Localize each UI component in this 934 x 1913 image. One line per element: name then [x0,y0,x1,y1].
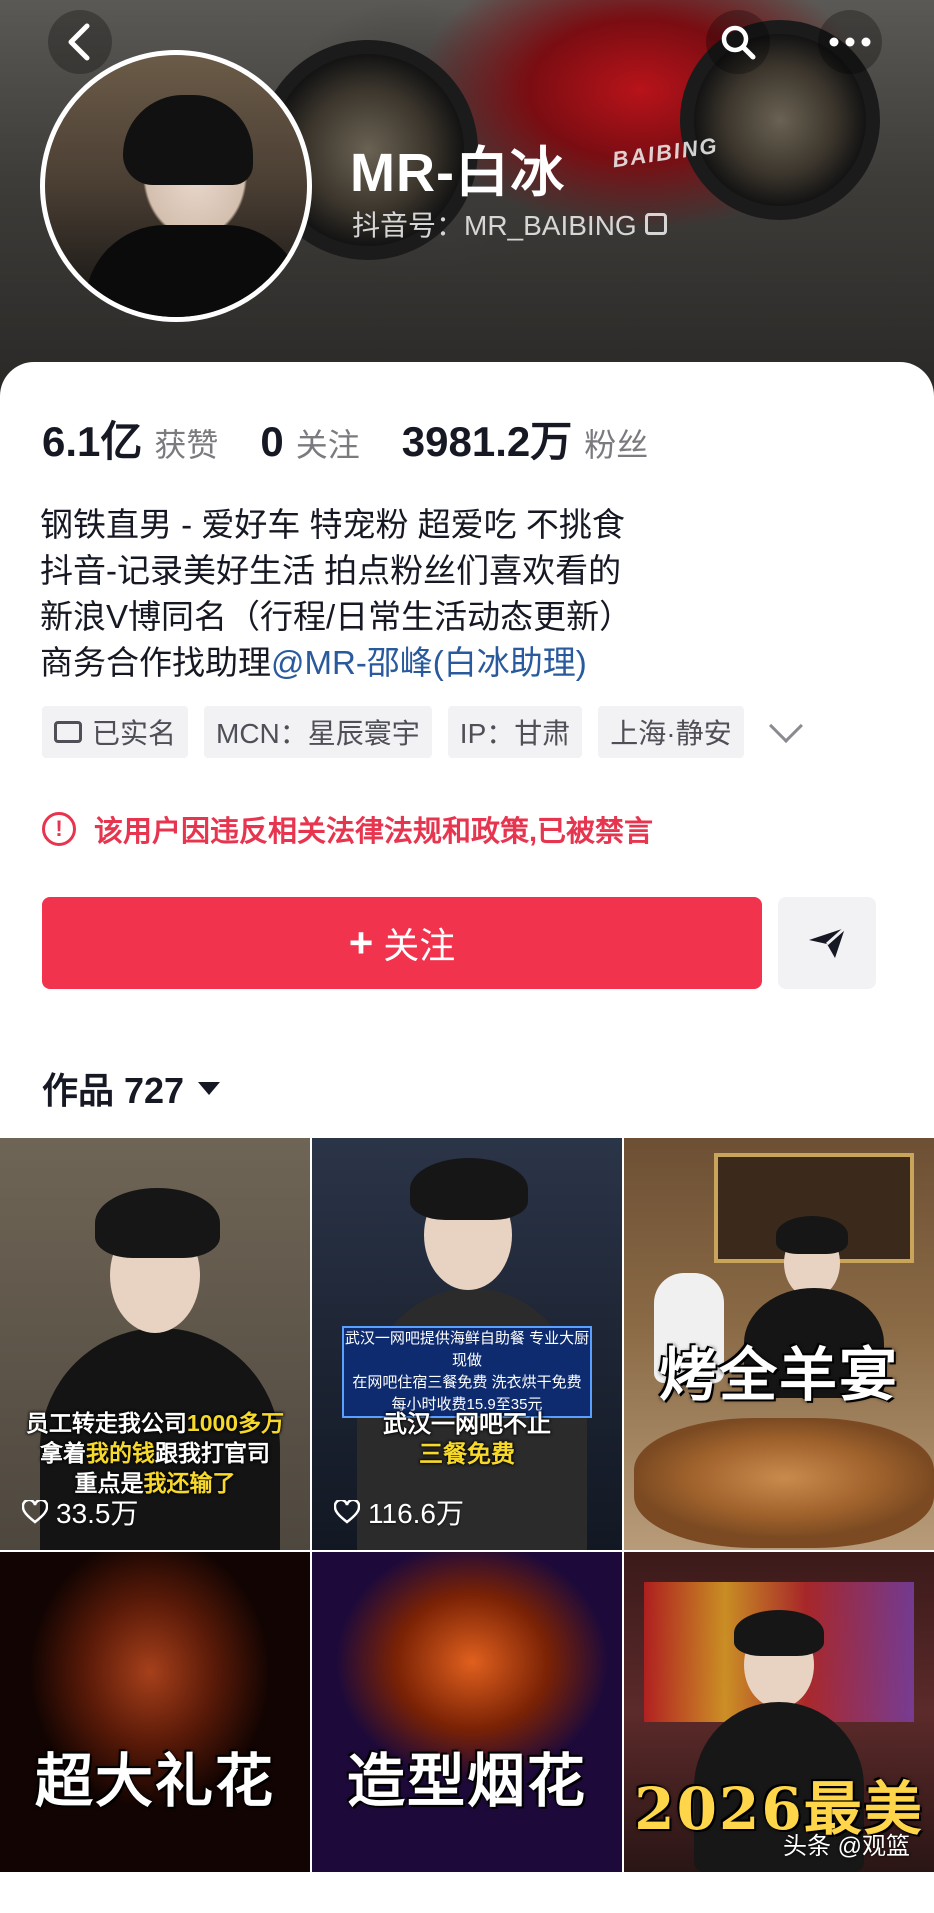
search-icon [721,25,756,60]
video-caption: 烤全羊宴 [658,1341,899,1409]
tag-ip[interactable]: IP：甘肃 [447,706,583,758]
video-caption: 员工转走我公司1000多万 拿着我的钱跟我打官司 重点是我还输了 [25,1410,285,1496]
ban-notice: ! 该用户因违反相关法律法规和政策,已被禁言 [42,808,653,850]
share-button[interactable] [778,897,876,989]
stat-likes[interactable]: 6.1亿 获赞 [42,408,218,469]
plus-icon: + [348,919,374,966]
stat-likes-value: 6.1亿 [42,418,143,465]
tag-verified[interactable]: 已实名 [42,706,189,758]
video-thumbnail[interactable]: 超大礼花 [0,1552,310,1872]
thumb-hair [734,1610,824,1656]
video-thumbnail[interactable]: 员工转走我公司1000多万 拿着我的钱跟我打官司 重点是我还输了 33.5万 [0,1138,310,1550]
bio-line-prefix: 商务合作找助理 [40,644,271,681]
tag-location[interactable]: 上海·静安 [598,706,744,758]
thumb-hair [776,1216,848,1254]
video-thumbnail[interactable]: 烤全羊宴 [624,1138,934,1550]
thumb-roast-lamb [634,1418,934,1548]
bio-line: 新浪V博同名（行程/日常生活动态更新） [40,598,633,635]
chevron-left-icon [68,23,90,61]
tag-row: 已实名 MCN：星辰寰宇 IP：甘肃 上海·静安 [42,706,803,758]
stat-followers-value: 3981.2万 [401,418,573,465]
id-card-icon [54,721,82,743]
ban-notice-text: 该用户因违反相关法律法规和政策,已被禁言 [94,816,654,848]
douyin-id-row[interactable]: 抖音号：MR_BAIBING [352,204,667,244]
video-news-banner: 武汉一网吧提供海鲜自助餐 专业大厨现做 在网吧住宿三餐免费 洗衣烘干免费 每小时… [342,1326,592,1418]
tag-ip-label: IP：甘肃 [459,718,571,749]
stat-following[interactable]: 0 关注 [260,418,359,466]
warning-icon: ! [42,812,76,846]
stat-followers-label: 粉丝 [584,427,649,463]
video-likes: 33.5万 [22,1492,139,1532]
bio-line: 抖音-记录美好生活 拍点粉丝们喜欢看的 [40,552,622,589]
search-button[interactable] [706,10,770,74]
thumb-hair [410,1158,528,1220]
video-thumbnail[interactable]: 造型烟花 [312,1552,622,1872]
nickname: MR-白冰 [350,143,565,203]
home-indicator[interactable] [312,1879,622,1889]
video-caption: 超大礼花 [34,1747,275,1815]
avatar[interactable] [40,50,312,322]
video-likes: 116.6万 [334,1492,464,1532]
share-arrow-icon [809,926,846,958]
tag-mcn-label: MCN：星辰寰宇 [216,718,420,749]
bio: 钢铁直男 - 爱好车 特宠粉 超爱吃 不挑食 抖音-记录美好生活 拍点粉丝们喜欢… [40,502,632,686]
heart-icon [22,1500,48,1524]
follow-button[interactable]: + 关注 [42,897,762,989]
stat-following-label: 关注 [295,427,360,463]
video-caption: 造型烟花 [346,1747,587,1815]
stat-followers[interactable]: 3981.2万 粉丝 [402,408,648,469]
heart-icon [334,1500,360,1524]
follow-button-label: 关注 [383,925,456,966]
bio-line: 钢铁直男 - 爱好车 特宠粉 超爱吃 不挑食 [40,506,625,543]
video-caption: 武汉一网吧不止 三餐免费 [383,1411,551,1468]
more-button[interactable] [818,10,882,74]
chevron-down-icon[interactable] [768,709,803,743]
video-thumbnail[interactable]: 2026最美 [624,1552,934,1872]
back-button[interactable] [48,10,112,74]
avatar-hair [123,95,253,185]
caret-down-icon [198,1081,221,1095]
douyin-id: 抖音号：MR_BAIBING [352,210,637,241]
video-grid: 员工转走我公司1000多万 拿着我的钱跟我打官司 重点是我还输了 33.5万 武… [0,1138,934,1872]
stats-row: 6.1亿 获赞 0 关注 3981.2万 粉丝 [42,408,690,469]
tag-verified-label: 已实名 [92,718,177,749]
stat-likes-label: 获赞 [154,427,219,463]
stat-following-value: 0 [260,418,284,465]
video-likes-count: 33.5万 [56,1498,139,1529]
works-label: 作品 727 [42,1070,185,1111]
watermark: 头条 @观篮 [782,1833,910,1860]
tag-location-label: 上海·静安 [610,718,732,749]
video-thumbnail[interactable]: 武汉一网吧提供海鲜自助餐 专业大厨现做 在网吧住宿三餐免费 洗衣烘干免费 每小时… [312,1138,622,1550]
avatar-shirt [85,225,305,317]
copy-icon[interactable] [644,213,667,235]
bio-mention-link[interactable]: @MR-邵峰(白冰助理) [271,644,587,681]
more-dots-icon [829,37,871,47]
tag-mcn[interactable]: MCN：星辰寰宇 [204,706,432,758]
bio-line: 商务合作找助理@MR-邵峰(白冰助理) [40,640,632,686]
thumb-hair [95,1188,220,1258]
works-header[interactable]: 作品 727 [42,1062,221,1114]
video-likes-count: 116.6万 [368,1498,464,1529]
